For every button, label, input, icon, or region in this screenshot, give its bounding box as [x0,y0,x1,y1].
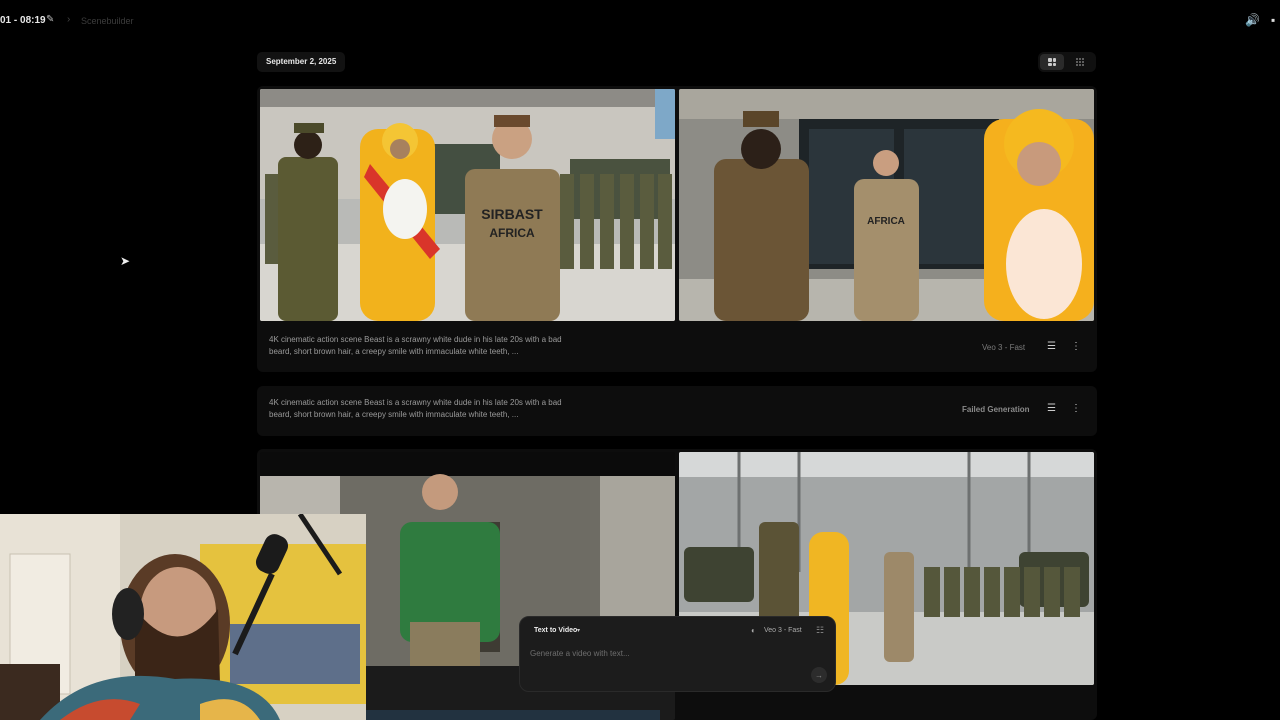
breadcrumb[interactable]: Scenebuilder [81,16,134,26]
date-chip: September 2, 2025 [257,52,346,72]
overflow-icon[interactable]: ▪ [1271,13,1275,27]
prompt-input[interactable] [528,645,772,661]
more-options-icon[interactable]: ⋮ [1071,403,1081,414]
video-thumbnail-scene-2: AFRICA [679,89,1094,321]
shirt-text: SIRBAST [481,206,543,222]
chevron-down-icon[interactable]: ▾ [577,627,580,634]
model-icon: ◐ [751,626,756,635]
send-button[interactable]: → [811,667,827,683]
view-toggle [1038,52,1096,72]
edit-pencil-icon[interactable]: ✎ [46,14,54,25]
top-bar: 01 - 08:19 ✎ › Scenebuilder 🔊 ▪ [0,0,1280,42]
prompt-text: 4K cinematic action scene Beast is a scr… [269,398,562,419]
shirt-text: AFRICA [867,216,905,227]
reuse-prompt-icon[interactable]: ☰ [1047,403,1056,414]
shirt-text: AFRICA [489,226,535,240]
speaker-icon[interactable]: 🔊 [1245,13,1260,27]
video-thumbnail[interactable]: AFRICA [679,89,1094,321]
webcam-feed [0,514,366,720]
project-title[interactable]: 01 - 08:19 [0,15,46,26]
mouse-cursor-icon: ➤ [120,254,131,268]
prompt-text: 4K cinematic action scene Beast is a scr… [269,335,562,356]
settings-sliders-icon[interactable]: ☷ [816,625,824,636]
reuse-prompt-icon[interactable]: ☰ [1047,341,1056,352]
arrow-right-icon: → [815,670,823,680]
video-thumbnail-scene-1: SIRBAST AFRICA [260,89,675,321]
model-label: Veo 3 - Fast [982,343,1026,352]
video-thumbnail[interactable]: SIRBAST AFRICA [260,89,675,321]
generation-card: SIRBAST AFRICA AFRICA 4K cinematic actio… [257,86,1097,372]
grid-icon [1048,58,1056,66]
generation-card-failed: 4K cinematic action scene Beast is a scr… [257,386,1097,436]
webcam-overlay [0,514,366,720]
mode-selector[interactable]: Text to Video [534,627,577,634]
grid-dense-icon [1076,58,1084,66]
more-options-icon[interactable]: ⋮ [1071,341,1081,352]
status-label: Failed Generation [962,405,1030,414]
list-view-button[interactable] [1068,54,1092,70]
prompt-composer: Text to Video ▾ ◐ Veo 3 - Fast ☷ → [519,616,836,692]
model-selector[interactable]: Veo 3 - Fast [764,627,802,634]
grid-view-button[interactable] [1040,54,1064,70]
chevron-right-icon: › [67,14,71,25]
